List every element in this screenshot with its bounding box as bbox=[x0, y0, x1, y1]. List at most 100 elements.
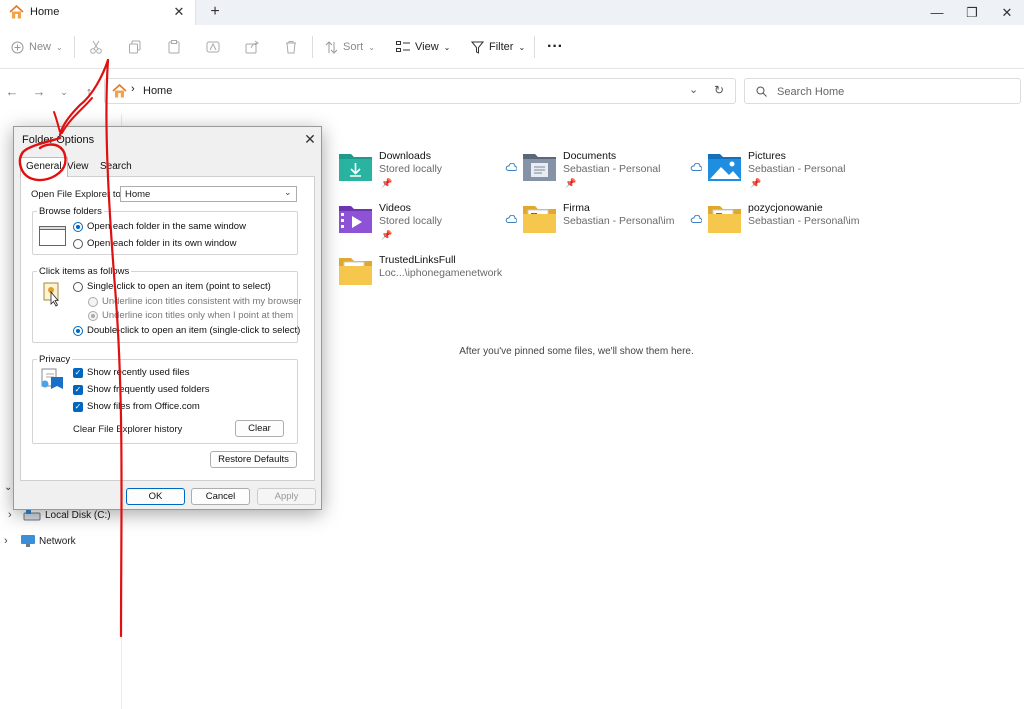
radio-own-window[interactable]: Open each folder in its own window bbox=[73, 238, 236, 249]
address-bar[interactable]: › Home ⌄ ↻ bbox=[104, 78, 736, 104]
quick-access-item-documents[interactable]: Documents Sebastian - Personal 📌 bbox=[505, 150, 702, 196]
ok-button[interactable]: OK bbox=[126, 488, 185, 505]
tab-search[interactable]: Search bbox=[95, 159, 137, 176]
delete-icon[interactable] bbox=[284, 36, 298, 58]
view-label: View bbox=[415, 41, 439, 53]
radio-button[interactable] bbox=[73, 281, 83, 292]
new-label: New bbox=[29, 41, 52, 53]
chevron-right-icon[interactable]: › bbox=[4, 535, 8, 547]
tab-home[interactable]: Home ✕ bbox=[0, 0, 196, 25]
quick-access-item-firma[interactable]: Firma Sebastian - Personal\im bbox=[505, 202, 702, 248]
checkbox-recent-files[interactable]: ✓ Show recently used files bbox=[73, 367, 189, 378]
radio-underline-point[interactable]: Underline icon titles only when I point … bbox=[88, 310, 293, 321]
apply-button[interactable]: Apply bbox=[257, 488, 316, 505]
restore-defaults-button[interactable]: Restore Defaults bbox=[210, 451, 297, 468]
chevron-down-icon[interactable]: ⌄ bbox=[4, 482, 12, 493]
chevron-right-icon: › bbox=[131, 83, 135, 95]
close-tab-icon[interactable]: ✕ bbox=[170, 3, 188, 21]
radio-button[interactable] bbox=[73, 238, 83, 249]
close-window-button[interactable]: ✕ bbox=[990, 0, 1024, 25]
quick-access-item-pozycjonowanie[interactable]: pozycjonowanie Sebastian - Personal\im bbox=[690, 202, 887, 248]
view-icon bbox=[396, 41, 410, 53]
view-button[interactable]: View ⌄ bbox=[396, 36, 450, 58]
pin-icon: 📌 bbox=[750, 178, 762, 188]
item-location: Stored locally bbox=[379, 215, 443, 227]
pointer-click-icon bbox=[43, 281, 61, 307]
option-label: Show frequently used folders bbox=[87, 384, 210, 395]
share-icon[interactable] bbox=[245, 36, 259, 58]
item-name: Documents bbox=[563, 150, 617, 162]
item-name: Pictures bbox=[748, 150, 786, 162]
checkbox-frequent-folders[interactable]: ✓ Show frequently used folders bbox=[73, 384, 210, 395]
cloud-icon bbox=[505, 163, 517, 171]
new-button[interactable]: New ⌄ bbox=[11, 36, 63, 58]
radio-underline-browser[interactable]: Underline icon titles consistent with my… bbox=[88, 296, 302, 307]
option-label: Open each folder in the same window bbox=[87, 221, 246, 232]
option-label: Show files from Office.com bbox=[87, 401, 200, 412]
sort-button[interactable]: Sort ⌄ bbox=[325, 36, 375, 58]
item-name: Downloads bbox=[379, 150, 431, 162]
radio-same-window[interactable]: Open each folder in the same window bbox=[73, 221, 246, 232]
radio-button[interactable] bbox=[73, 325, 83, 336]
browse-folders-title: Browse folders bbox=[37, 206, 104, 217]
radio-single-click[interactable]: Single-click to open an item (point to s… bbox=[73, 281, 271, 292]
restore-button[interactable]: ❐ bbox=[955, 0, 989, 25]
refresh-icon[interactable]: ↻ bbox=[714, 83, 724, 97]
radio-button[interactable] bbox=[73, 221, 83, 232]
chevron-down-icon[interactable]: ⌄ bbox=[689, 83, 698, 96]
folder-icon bbox=[522, 202, 557, 234]
folder-icon bbox=[338, 254, 373, 286]
item-location: Sebastian - Personal\im bbox=[748, 215, 860, 227]
open-to-value: Home bbox=[125, 189, 151, 200]
close-icon[interactable]: ✕ bbox=[301, 130, 319, 148]
radio-button[interactable] bbox=[88, 296, 98, 307]
cancel-button[interactable]: Cancel bbox=[191, 488, 250, 505]
checkmark-icon[interactable]: ✓ bbox=[73, 401, 83, 412]
folder-icon bbox=[707, 202, 742, 234]
checkbox-office-files[interactable]: ✓ Show files from Office.com bbox=[73, 401, 200, 412]
sidebar-item-local-disk[interactable]: Local Disk (C:) bbox=[45, 510, 111, 521]
search-box[interactable]: Search Home bbox=[744, 78, 1021, 104]
pinned-files-empty-message: After you've pinned some files, we'll sh… bbox=[459, 346, 694, 357]
chevron-down-icon: ⌄ bbox=[284, 187, 292, 197]
sidebar-item-network[interactable]: Network bbox=[39, 536, 76, 547]
plus-circle-icon bbox=[11, 41, 24, 54]
recent-locations-icon[interactable]: ⌄ bbox=[55, 83, 73, 101]
open-to-select[interactable]: Home ⌄ bbox=[120, 186, 297, 202]
breadcrumb-home[interactable]: Home bbox=[143, 85, 172, 97]
sort-icon bbox=[325, 40, 338, 54]
item-name: TrustedLinksFull bbox=[379, 254, 456, 266]
option-label: Show recently used files bbox=[87, 367, 190, 378]
quick-access-item-videos[interactable]: Videos Stored locally 📌 bbox=[338, 202, 518, 248]
sort-label: Sort bbox=[343, 41, 364, 53]
quick-access-item-pictures[interactable]: Pictures Sebastian - Personal 📌 bbox=[690, 150, 887, 196]
more-options-button[interactable]: ··· bbox=[547, 36, 563, 58]
back-arrow-icon[interactable]: ← bbox=[3, 83, 21, 101]
filter-label: Filter bbox=[489, 41, 514, 53]
checkmark-icon[interactable]: ✓ bbox=[73, 384, 83, 395]
copy-icon[interactable] bbox=[128, 36, 142, 58]
new-tab-button[interactable]: + bbox=[206, 3, 224, 21]
title-bar: Home ✕ + — ❐ ✕ bbox=[0, 0, 1024, 25]
checkmark-icon[interactable]: ✓ bbox=[73, 367, 83, 378]
tab-general[interactable]: General bbox=[20, 157, 68, 177]
minimize-button[interactable]: — bbox=[920, 0, 954, 25]
chevron-right-icon[interactable]: › bbox=[8, 509, 12, 521]
pin-icon: 📌 bbox=[381, 178, 393, 188]
forward-arrow-icon[interactable]: → bbox=[30, 83, 48, 101]
paste-icon[interactable] bbox=[167, 36, 181, 58]
toolbar-divider bbox=[74, 36, 75, 58]
up-arrow-icon[interactable]: ↑ bbox=[80, 83, 98, 101]
radio-button[interactable] bbox=[88, 310, 98, 321]
item-location: Sebastian - Personal bbox=[748, 163, 846, 175]
radio-double-click[interactable]: Double-click to open an item (single-cli… bbox=[73, 325, 300, 336]
quick-access-item-trustedlinksfull[interactable]: TrustedLinksFull Loc...\iphonegamenetwor… bbox=[338, 254, 518, 300]
quick-access-item-downloads[interactable]: Downloads Stored locally 📌 bbox=[338, 150, 518, 196]
filter-icon bbox=[471, 41, 484, 54]
filter-button[interactable]: Filter ⌄ bbox=[471, 36, 525, 58]
clear-history-label: Clear File Explorer history bbox=[73, 424, 183, 435]
clear-button[interactable]: Clear bbox=[235, 420, 284, 437]
rename-icon[interactable] bbox=[206, 36, 220, 58]
cut-icon[interactable] bbox=[89, 36, 103, 58]
cloud-icon bbox=[690, 163, 702, 171]
